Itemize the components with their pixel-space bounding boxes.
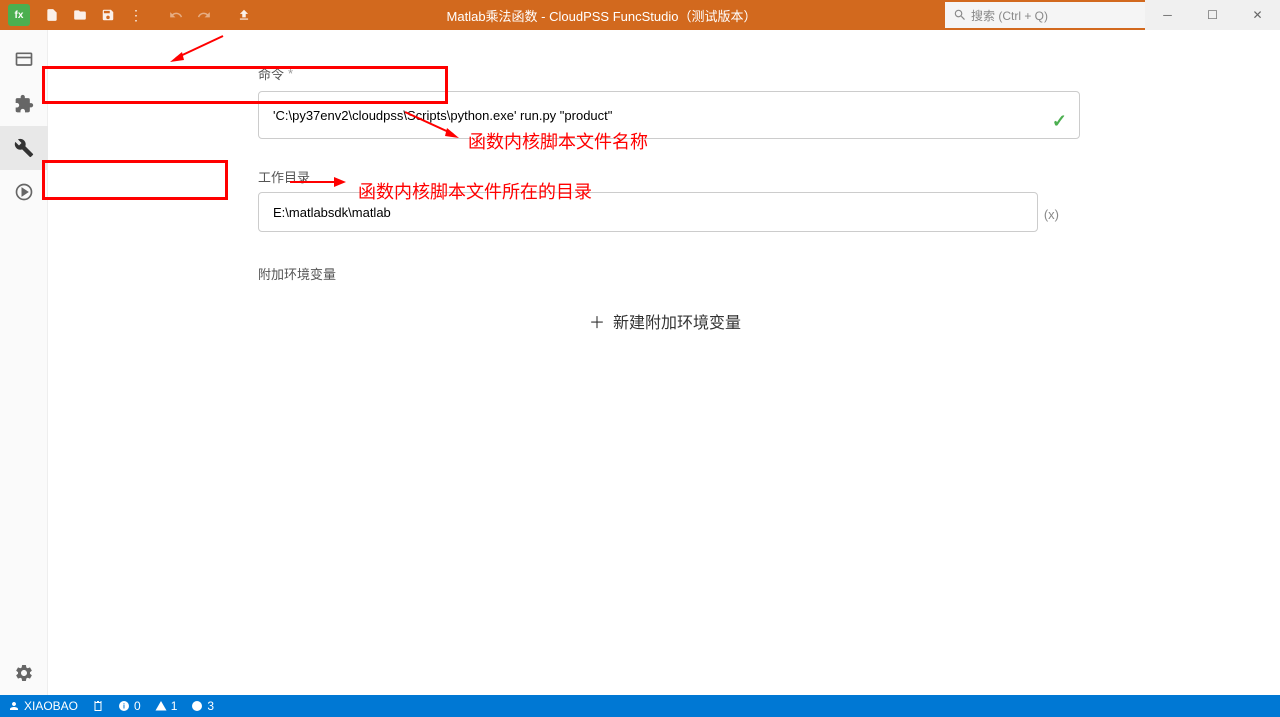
content-area: 配置好的 Matlab 的 Python 环境 命令 * ✓ 函数内核脚本文件名… <box>0 30 1280 695</box>
undo-icon[interactable] <box>162 0 190 30</box>
info-icon: i <box>118 700 130 712</box>
add-env-text: 新建附加环境变量 <box>613 315 741 332</box>
status-info[interactable]: i 0 <box>118 699 141 713</box>
status-error[interactable]: 3 <box>191 699 214 713</box>
command-input[interactable] <box>273 108 1065 123</box>
window-buttons: ─ ☐ ✕ <box>1145 0 1280 30</box>
save-icon[interactable] <box>94 0 122 30</box>
highlight-workdir <box>42 160 228 200</box>
annotation-script-dir: 函数内核脚本文件所在的目录 <box>358 178 592 204</box>
status-user[interactable]: XIAOBAO <box>8 699 78 713</box>
more-icon[interactable]: ⋮ <box>122 0 150 30</box>
check-icon: ✓ <box>1052 111 1067 132</box>
titlebar: fx ⋮ Matlab乘法函数 - CloudPSS FuncStudio（测试… <box>0 0 1280 30</box>
new-file-icon[interactable] <box>38 0 66 30</box>
arrow-1-icon <box>168 34 228 64</box>
svg-text:i: i <box>123 704 125 711</box>
arrow-2-icon <box>403 110 463 140</box>
sidebar <box>0 30 48 695</box>
sidebar-item-run[interactable] <box>0 170 48 214</box>
command-label: 命令 * <box>258 64 1080 83</box>
sidebar-item-tools[interactable] <box>0 126 48 170</box>
statusbar: XIAOBAO i 0 1 3 <box>0 695 1280 717</box>
command-label-text: 命令 <box>258 64 284 83</box>
sidebar-item-overview[interactable] <box>0 38 48 82</box>
status-warn-count: 1 <box>171 699 178 713</box>
status-error-count: 3 <box>207 699 214 713</box>
annotation-python-env: 配置好的 Matlab 的 Python 环境 <box>208 30 464 32</box>
warning-icon <box>155 700 167 712</box>
required-mark: * <box>288 66 293 81</box>
search-box[interactable]: 搜索 (Ctrl + Q) <box>945 2 1145 28</box>
workdir-var-suffix[interactable]: (x) <box>1044 207 1059 222</box>
arrow-3-icon <box>288 174 348 190</box>
app-logo: fx <box>8 4 30 26</box>
titlebar-left: fx ⋮ <box>0 0 258 30</box>
plus-icon: ＋ <box>589 315 605 332</box>
add-env-button[interactable]: ＋ 新建附加环境变量 <box>258 309 1080 333</box>
error-icon <box>191 700 203 712</box>
user-icon <box>8 700 20 712</box>
env-label: 附加环境变量 <box>258 264 1080 283</box>
upload-icon[interactable] <box>230 0 258 30</box>
status-warn[interactable]: 1 <box>155 699 178 713</box>
command-input-wrapper: ✓ <box>258 91 1080 139</box>
battery-icon <box>92 700 104 712</box>
annotation-script-name: 函数内核脚本文件名称 <box>468 128 648 154</box>
search-icon <box>953 8 967 22</box>
workdir-input[interactable] <box>273 205 1023 220</box>
status-battery <box>92 700 104 712</box>
minimize-button[interactable]: ─ <box>1145 0 1190 30</box>
status-info-count: 0 <box>134 699 141 713</box>
window-title: Matlab乘法函数 - CloudPSS FuncStudio（测试版本） <box>258 6 945 25</box>
sidebar-item-settings[interactable] <box>0 651 48 695</box>
status-user-name: XIAOBAO <box>24 699 78 713</box>
maximize-button[interactable]: ☐ <box>1190 0 1235 30</box>
search-placeholder: 搜索 (Ctrl + Q) <box>971 7 1048 24</box>
open-folder-icon[interactable] <box>66 0 94 30</box>
redo-icon[interactable] <box>190 0 218 30</box>
main-panel: 配置好的 Matlab 的 Python 环境 命令 * ✓ 函数内核脚本文件名… <box>48 30 1280 695</box>
close-button[interactable]: ✕ <box>1235 0 1280 30</box>
sidebar-item-plugin[interactable] <box>0 82 48 126</box>
